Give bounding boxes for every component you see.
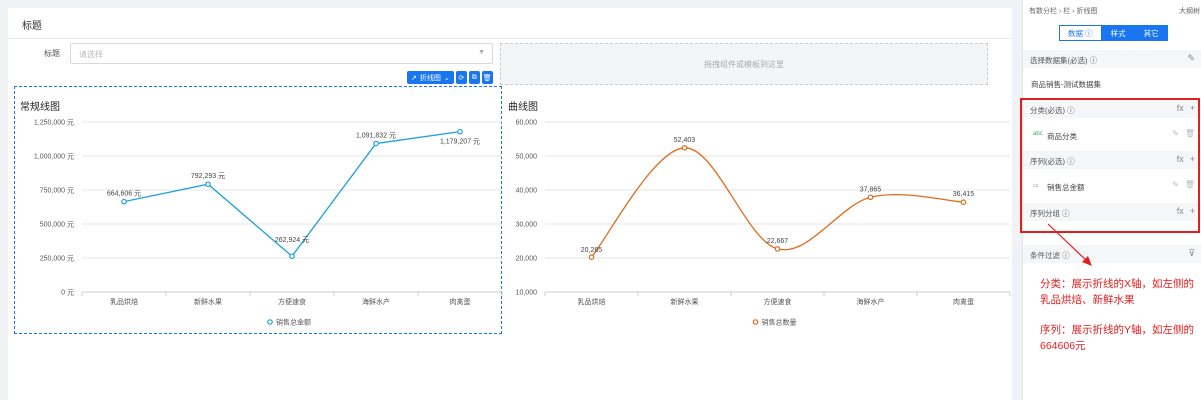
y-tick-label: 40,000 [516,188,538,195]
legend-label: 销售总数量 [762,318,797,327]
data-point [774,246,781,252]
data-point [289,253,295,260]
tab-style[interactable]: 样式 [1101,25,1135,41]
data-label: 52,403 [674,137,696,144]
data-label: 792,293 元 [191,172,225,180]
y-tick-label: 250,000 元 [40,255,74,263]
charts-svg: 0 元 250,000 元 500,000 元 750,000 元 1,000,000 … [34,119,1011,327]
category-annotation: 分类：展示折线的X轴，如左侧的乳品烘焙、新鲜水果 [1040,278,1195,306]
data-point [588,254,595,260]
x-tick-label: 肉禽蛋 [953,297,974,306]
series-annotation: 序列：展示折线的Y轴，如左侧的664606元 [1040,324,1195,352]
breadcrumb: 有数分栏 › 栏 › 折线图 [1029,8,1098,15]
x-tick-label: 方便速食 [764,297,792,306]
data-point [457,128,463,135]
x-tick-label: 新鲜水果 [671,297,699,306]
highlight-box [1020,98,1200,233]
x-tick-label: 海鲜水产 [362,297,390,306]
filter-icon[interactable]: ⊽ [1188,248,1195,259]
data-label: 262,924 元 [275,236,309,244]
data-label: 664,606 元 [107,190,141,198]
data-label: 22,667 [767,238,789,245]
y-tick-label: 60,000 [516,120,538,127]
data-point [867,194,874,201]
y-tick-label: 1,000,000 元 [34,153,74,161]
tab-other[interactable]: 其它 [1134,25,1168,41]
dataset-section-header: 选择数据集(必选) ⓘ ✎ [1023,50,1201,68]
x-tick-label: 海鲜水产 [857,297,885,306]
legend-marker [752,319,759,325]
y-tick-label: 750,000 元 [40,187,74,195]
y-tick-label: 500,000 元 [40,221,74,229]
y-tick-label: 1,250,000 元 [34,119,74,127]
data-point [205,181,211,188]
data-point [960,199,967,205]
canvas-area: 标题 标题 请选择 ▼ 拖拽组件或模板到这里 ↗ 折线图 ⌄ ⟳ ⧉ 🗑 常规线… [0,0,1022,400]
legend-label: 销售总金额 [276,318,311,327]
edit-icon[interactable]: ✎ [1187,53,1195,64]
x-tick-label: 乳品烘焙 [578,297,606,306]
outline-tree-button[interactable]: 大纲树 [1179,6,1200,16]
x-tick-label: 乳品烘焙 [110,297,138,306]
data-point [681,145,688,151]
data-label: 37,865 [860,186,882,193]
x-tick-label: 方便速食 [278,297,306,306]
panel-tabs: 数据 ⓘ 样式 其它 [1059,25,1168,41]
data-label: 20,265 [581,247,603,254]
y-tick-label: 30,000 [516,222,538,229]
data-label: 1,091,832 元 [356,132,396,140]
data-label: 36,415 [953,191,975,198]
panel-header: 有数分栏 › 栏 › 折线图 大纲树 [1023,0,1201,20]
y-tick-label: 0 元 [61,289,74,297]
legend-marker [267,319,273,325]
data-point [121,198,127,205]
data-label: 1,179,207 元 [440,138,480,146]
dataset-name[interactable]: 商品销售-测试数据集 [1031,79,1101,90]
data-point [373,140,379,147]
tab-data[interactable]: 数据 ⓘ [1059,25,1102,41]
y-tick-label: 20,000 [516,256,538,263]
x-tick-label: 肉禽蛋 [450,297,471,306]
filter-section-header: 条件过滤 ⓘ ⊽ [1023,245,1201,263]
y-tick-label: 10,000 [516,290,538,297]
y-tick-label: 50,000 [516,154,538,161]
x-tick-label: 新鲜水果 [194,297,222,306]
